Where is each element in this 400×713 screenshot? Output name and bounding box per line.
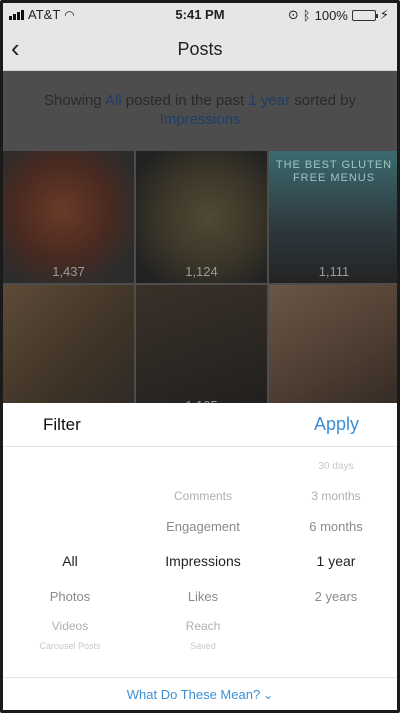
bluetooth-icon: ᛒ <box>302 7 311 23</box>
post-thumbnail[interactable]: 1,105 <box>136 285 267 417</box>
post-count: 1,437 <box>52 264 85 279</box>
time-period-picker[interactable]: 30 days 3 months 6 months 1 year 2 years <box>271 461 397 651</box>
summary-type-link[interactable]: All <box>105 92 122 109</box>
picker-option[interactable]: Saved <box>138 641 268 651</box>
filter-header: Filter Apply <box>3 403 397 447</box>
summary-suffix: sorted by <box>294 92 356 109</box>
chevron-down-icon: ⌄ <box>263 688 274 702</box>
post-count: 1,124 <box>185 264 218 279</box>
post-thumbnail[interactable]: 1,124 <box>136 151 267 283</box>
phone-screen: AT&T ◠ 5:41 PM ⊙ ᛒ 100% ⚡ ‹ Posts Showin… <box>0 0 400 713</box>
posts-content-dimmed: Showing All posted in the past 1 year so… <box>3 71 397 417</box>
rotation-lock-icon: ⊙ <box>287 7 299 22</box>
battery-icon <box>351 9 378 21</box>
picker-option[interactable]: Videos <box>5 619 135 633</box>
picker-option[interactable]: Comments <box>138 489 268 503</box>
metric-picker[interactable]: Comments Engagement Impressions Likes Re… <box>138 461 268 651</box>
posts-grid: 1,437 1,124 THE BEST GLUTEN FREE MENUS 1… <box>3 151 397 417</box>
picker-option[interactable]: 3 months <box>271 489 397 503</box>
picker-option[interactable]: 2 years <box>271 589 397 604</box>
post-thumbnail[interactable] <box>269 285 397 417</box>
picker-option[interactable]: 6 months <box>271 519 397 534</box>
filter-footer: What Do These Mean? ⌄ <box>3 677 397 710</box>
filter-title: Filter <box>43 415 81 434</box>
filter-summary: Showing All posted in the past 1 year so… <box>23 91 377 129</box>
summary-period-link[interactable]: 1 year <box>248 92 290 109</box>
post-banner-text: THE BEST GLUTEN FREE MENUS <box>275 159 393 184</box>
picker-option[interactable]: Photos <box>5 589 135 604</box>
apply-button[interactable]: Apply <box>314 414 359 435</box>
picker-option-selected[interactable]: Impressions <box>138 553 268 569</box>
summary-prefix: Showing <box>44 92 102 109</box>
content-type-picker[interactable]: All Photos Videos Carousel Posts <box>5 461 135 651</box>
picker-option[interactable]: Likes <box>138 589 268 604</box>
picker-option[interactable]: Reach <box>138 619 268 633</box>
status-bar: AT&T ◠ 5:41 PM ⊙ ᛒ 100% ⚡ <box>3 3 397 27</box>
page-title: Posts <box>177 39 223 59</box>
post-thumbnail[interactable]: THE BEST GLUTEN FREE MENUS 1,111 <box>269 151 397 283</box>
picker-option-selected[interactable]: All <box>5 553 135 569</box>
what-do-these-mean-link[interactable]: What Do These Mean? ⌄ <box>127 687 274 702</box>
picker-option[interactable]: Carousel Posts <box>5 641 135 651</box>
post-count: 1,111 <box>318 264 350 279</box>
picker-option[interactable]: 30 days <box>271 461 397 472</box>
help-link-label: What Do These Mean? <box>126 687 261 702</box>
post-thumbnail[interactable]: 1,437 <box>3 151 134 283</box>
battery-percent: 100% <box>314 7 348 23</box>
picker-option-selected[interactable]: 1 year <box>271 553 397 569</box>
status-right: ⊙ ᛒ 100% ⚡ <box>288 7 389 23</box>
filter-sheet: Filter Apply All Photos Videos Carousel … <box>3 403 397 710</box>
summary-metric-link[interactable]: Impressions <box>160 111 241 128</box>
charging-icon: ⚡ <box>379 7 389 22</box>
navigation-bar: ‹ Posts <box>3 27 397 71</box>
picker-option[interactable]: Engagement <box>138 519 268 534</box>
post-thumbnail[interactable] <box>3 285 134 417</box>
summary-mid: posted in the past <box>125 92 245 109</box>
